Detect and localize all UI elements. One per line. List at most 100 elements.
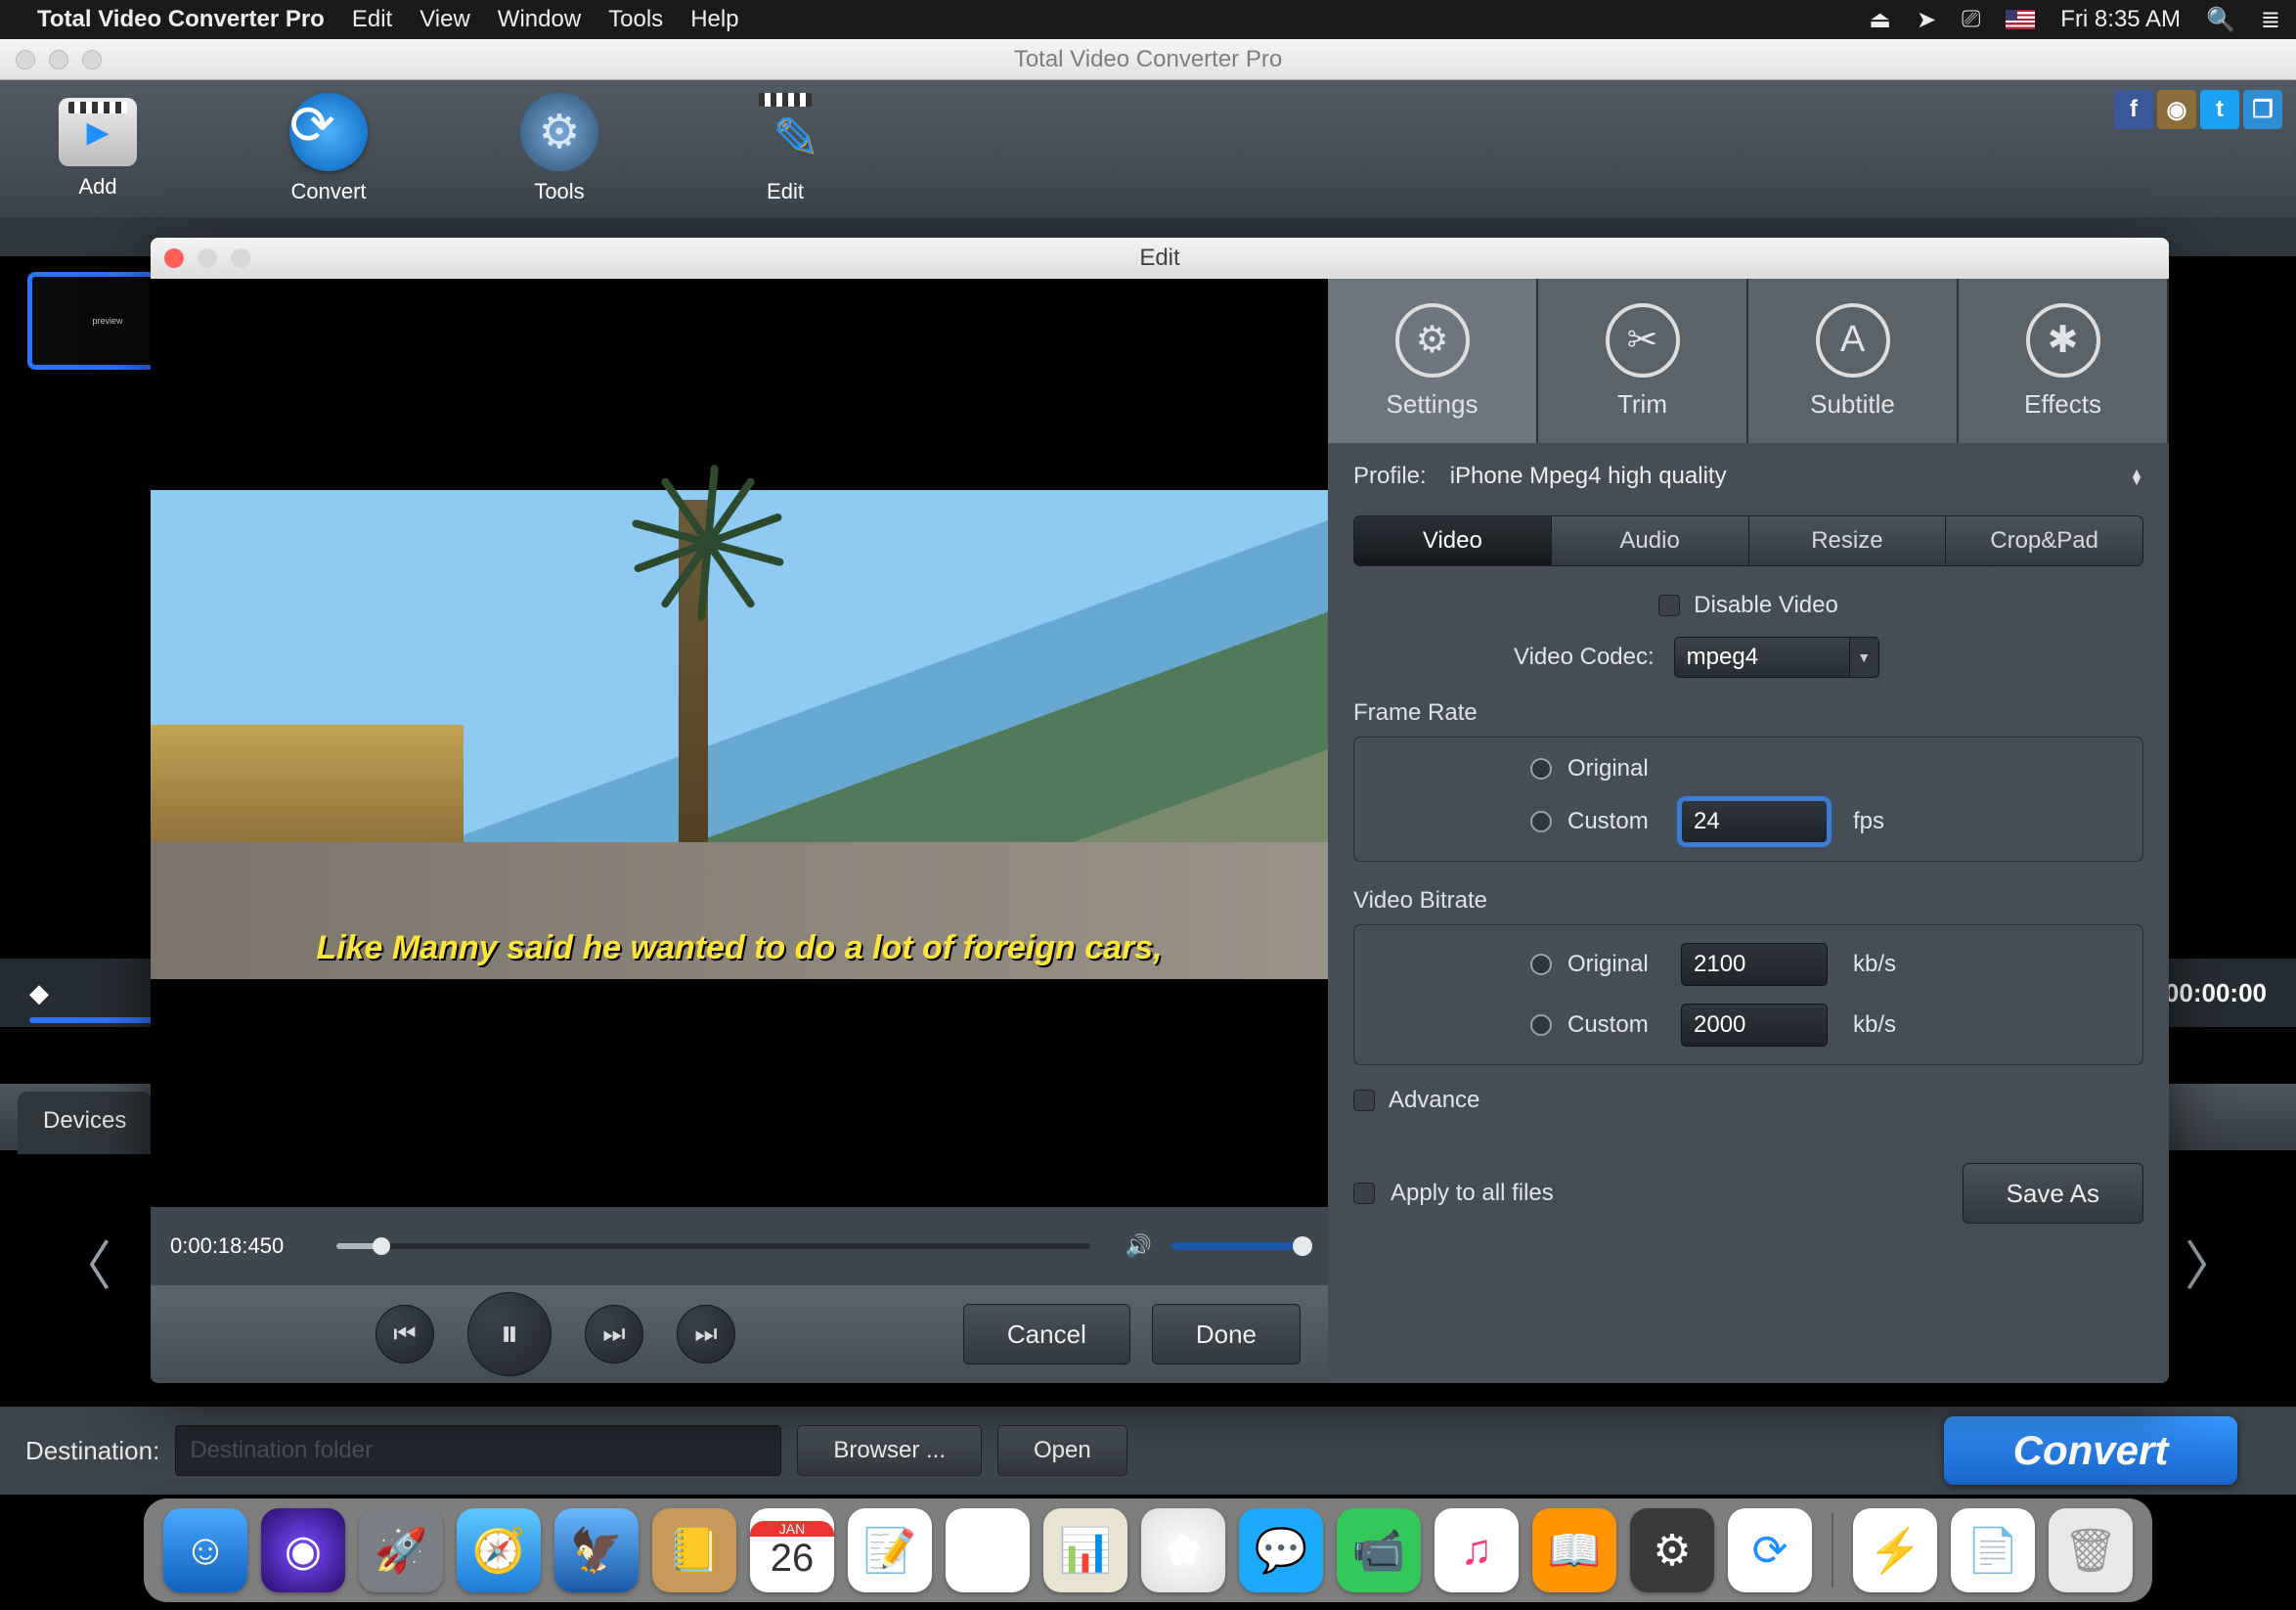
framerate-original-radio[interactable] [1530, 758, 1552, 780]
framerate-unit: fps [1853, 808, 1884, 835]
dock-converter-icon[interactable]: ⟳ [1728, 1508, 1812, 1592]
toolbar-tools-button[interactable]: ⚙ Tools [520, 93, 598, 204]
video-preview[interactable]: Like Manny said he wanted to do a lot of… [151, 279, 1328, 1207]
dock-facetime-icon[interactable]: 📹 [1337, 1508, 1421, 1592]
dock-mail-icon[interactable]: 🦅 [554, 1508, 639, 1592]
toolbar-convert-button[interactable]: ⟳ Convert [289, 93, 368, 204]
tab-subtitle[interactable]: A Subtitle [1748, 279, 1959, 443]
menu-edit[interactable]: Edit [352, 6, 392, 33]
profile-value: iPhone Mpeg4 high quality [1450, 463, 1727, 490]
subtitle-a-icon: A [1816, 303, 1890, 378]
input-flag-icon[interactable] [2006, 10, 2035, 29]
done-button[interactable]: Done [1152, 1304, 1301, 1364]
framerate-custom-radio[interactable] [1530, 811, 1552, 832]
disable-video-row: Disable Video [1328, 584, 2169, 627]
bitrate-original-input[interactable]: 2100 [1681, 943, 1828, 986]
open-button[interactable]: Open [997, 1425, 1127, 1476]
tab-settings[interactable]: ⚙ Settings [1328, 279, 1538, 443]
video-codec-select[interactable]: mpeg4 ▼ [1674, 637, 1879, 678]
destination-input[interactable]: Destination folder [175, 1425, 781, 1476]
menu-tools[interactable]: Tools [608, 6, 663, 33]
traffic-min-icon[interactable] [49, 50, 68, 69]
step-button[interactable]: ⏭ [585, 1305, 643, 1364]
save-as-button[interactable]: Save As [1963, 1163, 2143, 1224]
menu-view[interactable]: View [419, 6, 470, 33]
twitter-icon[interactable]: t [2200, 90, 2239, 129]
tab-trim[interactable]: ✂ Trim [1538, 279, 1748, 443]
mac-dock: ☺ ◉ 🚀 🧭 🦅 📒 JAN 26 📝 ☑ 📊 ✿ 💬 📹 ♫ 📖 ⚙ ⟳ ⚡… [144, 1498, 2152, 1602]
share-icon[interactable]: ❐ [2243, 90, 2282, 129]
dock-ibooks-icon[interactable]: 📖 [1532, 1508, 1616, 1592]
preview-progress[interactable] [336, 1243, 1090, 1249]
spotlight-icon[interactable]: 🔍 [2206, 6, 2235, 34]
devices-tab[interactable]: Devices [18, 1092, 152, 1154]
disable-video-checkbox[interactable] [1658, 595, 1680, 616]
main-titlebar: Total Video Converter Pro [0, 39, 2296, 80]
dock-app-icon[interactable]: ⚡ [1853, 1508, 1937, 1592]
profile-select[interactable]: iPhone Mpeg4 high quality ▲▼ [1450, 463, 2143, 490]
advance-checkbox[interactable] [1353, 1090, 1375, 1111]
subtab-audio[interactable]: Audio [1552, 516, 1749, 565]
nav-prev-icon[interactable]: 〈 [59, 1223, 111, 1300]
bitrate-custom-input[interactable]: 2000 [1681, 1004, 1828, 1047]
video-subtitle: Like Manny said he wanted to do a lot of… [151, 929, 1328, 967]
toolbar-add-button[interactable]: Add [59, 98, 137, 200]
dock-finder-icon[interactable]: ☺ [163, 1508, 247, 1592]
tray-icon-2[interactable]: ➤ [1917, 6, 1936, 34]
dialog-max-icon[interactable] [231, 248, 250, 268]
volume-icon[interactable]: 🔊 [1126, 1233, 1152, 1259]
edit-dialog-title: Edit [1139, 245, 1179, 272]
dock-launchpad-icon[interactable]: 🚀 [359, 1508, 443, 1592]
dock-trash-icon[interactable]: 🗑 [2049, 1508, 2133, 1592]
progress-knob-icon[interactable] [373, 1237, 390, 1255]
menu-help[interactable]: Help [690, 6, 738, 33]
cancel-button[interactable]: Cancel [963, 1304, 1130, 1364]
instagram-icon[interactable]: ◉ [2157, 90, 2196, 129]
facebook-icon[interactable]: f [2114, 90, 2153, 129]
tab-effects[interactable]: ✱ Effects [1959, 279, 2169, 443]
timeline-marker-icon[interactable]: ◆ [29, 978, 49, 1008]
dock-safari-icon[interactable]: 🧭 [457, 1508, 541, 1592]
subtab-video[interactable]: Video [1354, 516, 1552, 565]
nav-next-icon[interactable]: 〉 [2185, 1223, 2237, 1300]
chevron-updown-icon: ▲▼ [2130, 469, 2143, 484]
volume-knob-icon[interactable] [1293, 1236, 1312, 1256]
menubar-clock[interactable]: Fri 8:35 AM [2060, 6, 2181, 33]
dialog-min-icon[interactable] [198, 248, 217, 268]
display-icon[interactable]: ⎚ [1962, 6, 1980, 33]
convert-icon: ⟳ [289, 93, 368, 171]
dock-document-icon[interactable]: 📄 [1951, 1508, 2035, 1592]
control-center-icon[interactable]: ≣ [2261, 6, 2280, 34]
app-title[interactable]: Total Video Converter Pro [37, 6, 325, 33]
traffic-close-icon[interactable] [16, 50, 35, 69]
dock-reminders-icon[interactable]: ☑ [946, 1508, 1030, 1592]
pause-button[interactable]: ⏸ [467, 1292, 552, 1376]
dock-photos-icon[interactable]: ✿ [1141, 1508, 1225, 1592]
apply-all-checkbox[interactable] [1353, 1183, 1375, 1204]
dock-siri-icon[interactable]: ◉ [261, 1508, 345, 1592]
menu-window[interactable]: Window [498, 6, 581, 33]
bitrate-original-radio[interactable] [1530, 954, 1552, 975]
framerate-custom-input[interactable]: 24 [1681, 800, 1828, 843]
dock-numbers-icon[interactable]: 📊 [1043, 1508, 1127, 1592]
subtab-resize[interactable]: Resize [1749, 516, 1947, 565]
volume-slider[interactable] [1171, 1242, 1308, 1250]
dock-music-icon[interactable]: ♫ [1435, 1508, 1519, 1592]
bitrate-custom-radio[interactable] [1530, 1014, 1552, 1036]
disable-video-label: Disable Video [1694, 592, 1838, 619]
browser-button[interactable]: Browser ... [797, 1425, 982, 1476]
toolbar-edit-button[interactable]: Edit [751, 93, 819, 204]
prev-button[interactable]: ⏮ [375, 1305, 434, 1364]
dock-notes-icon[interactable]: 📝 [848, 1508, 932, 1592]
next-button[interactable]: ⏭ [677, 1305, 735, 1364]
dock-settings-icon[interactable]: ⚙ [1630, 1508, 1714, 1592]
dialog-close-icon[interactable] [164, 248, 184, 268]
traffic-max-icon[interactable] [82, 50, 102, 69]
tray-icon-1[interactable]: ⏏ [1869, 6, 1891, 34]
convert-button[interactable]: Convert [1944, 1416, 2237, 1485]
tab-effects-label: Effects [2024, 389, 2101, 420]
dock-contacts-icon[interactable]: 📒 [652, 1508, 736, 1592]
subtab-croppad[interactable]: Crop&Pad [1946, 516, 2142, 565]
dock-messages-icon[interactable]: 💬 [1239, 1508, 1323, 1592]
dock-calendar-icon[interactable]: JAN 26 [750, 1508, 834, 1592]
